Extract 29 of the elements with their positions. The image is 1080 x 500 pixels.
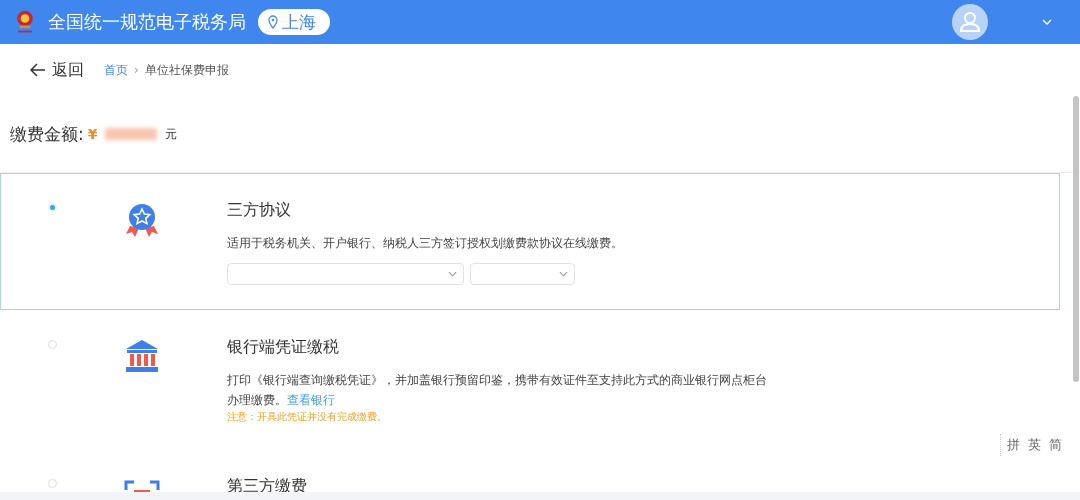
payment-option-card[interactable]: 银行端凭证缴税 打印《银行端查询缴税凭证》，并加盖银行预留印鉴，携带有效证件至支持此方式的商业银行网点柜台办理缴费。查看银行 注意：开具此凭证并没有完成缴费。 — [0, 310, 1060, 429]
location-pin-icon — [268, 15, 278, 29]
input-method-key[interactable]: 英 — [1028, 436, 1041, 454]
warning-note: 注意：开具此凭证并没有完成缴费。 — [227, 410, 388, 424]
unit-label: 元 — [165, 125, 178, 143]
payment-option-card[interactable]: 三方协议 适用于税务机关、开户银行、纳税人三方签订授权划缴费款协议在线缴费。 — [0, 173, 1060, 310]
input-method-key[interactable]: 拼 — [1007, 436, 1020, 454]
currency-symbol: ¥ — [87, 126, 98, 142]
amount-label: 缴费金额: — [10, 122, 84, 146]
option-description: 打印《银行端查询缴税凭证》，并加盖银行预留印鉴，携带有效证件至支持此方式的商业银行网点柜台办理缴费。查看银行 — [227, 372, 768, 409]
chevron-down-icon — [559, 271, 568, 277]
breadcrumb-link[interactable]: 首页 — [104, 61, 128, 79]
option-title: 银行端凭证缴税 — [227, 337, 340, 358]
dropdown-field[interactable] — [470, 263, 575, 285]
option-title: 三方协议 — [227, 200, 292, 221]
input-method-key[interactable]: 简 — [1049, 436, 1062, 454]
back-arrow-icon — [30, 63, 46, 77]
option-description: 适用于税务机关、开户银行、纳税人三方签订授权划缴费款协议在线缴费。 — [227, 235, 624, 252]
location-button[interactable]: 上海 — [258, 9, 330, 35]
chevron-down-icon — [448, 271, 457, 277]
blurred-amount — [105, 128, 158, 140]
site-title: 全国统一规范电子税务局 — [48, 10, 246, 34]
back-button[interactable]: 返回 — [30, 59, 84, 81]
dropdown-field[interactable] — [227, 263, 464, 285]
caret-icon[interactable] — [1042, 19, 1052, 25]
breadcrumb-separator: › — [134, 63, 139, 77]
breadcrumb-current: 单位社保费申报 — [144, 61, 229, 79]
scrollbar-thumb[interactable] — [1073, 96, 1079, 382]
user-avatar-icon[interactable] — [952, 4, 988, 40]
